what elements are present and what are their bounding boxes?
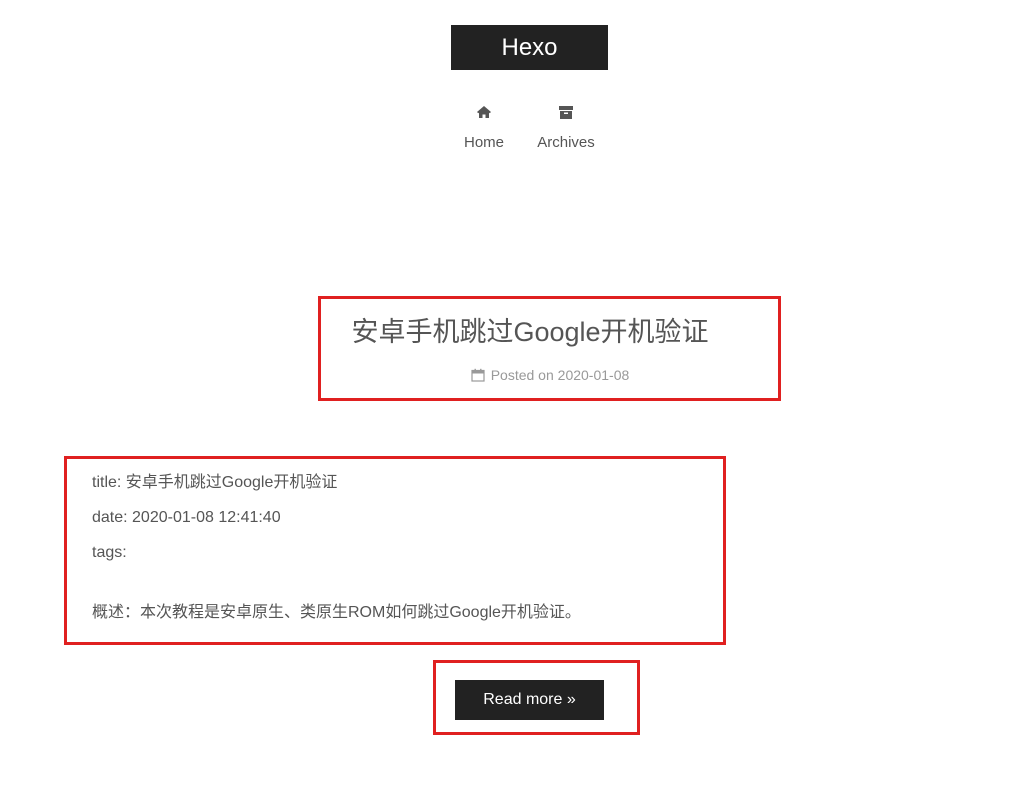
calendar-icon [471,368,485,382]
site-title[interactable]: Hexo [451,25,608,70]
nav-label-home: Home [463,134,504,151]
read-more-button[interactable]: Read more » [455,680,604,720]
excerpt-date-line: date: 2020-01-08 12:41:40 [92,509,281,526]
post-date: 2020-01-08 [557,367,630,383]
nav-label-archives: Archives [537,134,595,151]
post-meta: Posted on 2020-01-08 [320,366,780,384]
excerpt-title-line: title: 安卓手机跳过Google开机验证 [92,474,338,491]
excerpt-tags-line: tags: [92,544,127,561]
nav-item-home[interactable]: Home [454,100,514,160]
nav-item-archives[interactable]: Archives [526,100,606,160]
post-title[interactable]: 安卓手机跳过Google开机验证 [320,314,740,350]
excerpt-summary-line: 概述：本次教程是安卓原生、类原生ROM如何跳过Google开机验证。 [92,604,581,621]
home-icon [477,106,491,118]
archive-icon [559,106,573,119]
post-meta-prefix: Posted on [490,367,554,383]
